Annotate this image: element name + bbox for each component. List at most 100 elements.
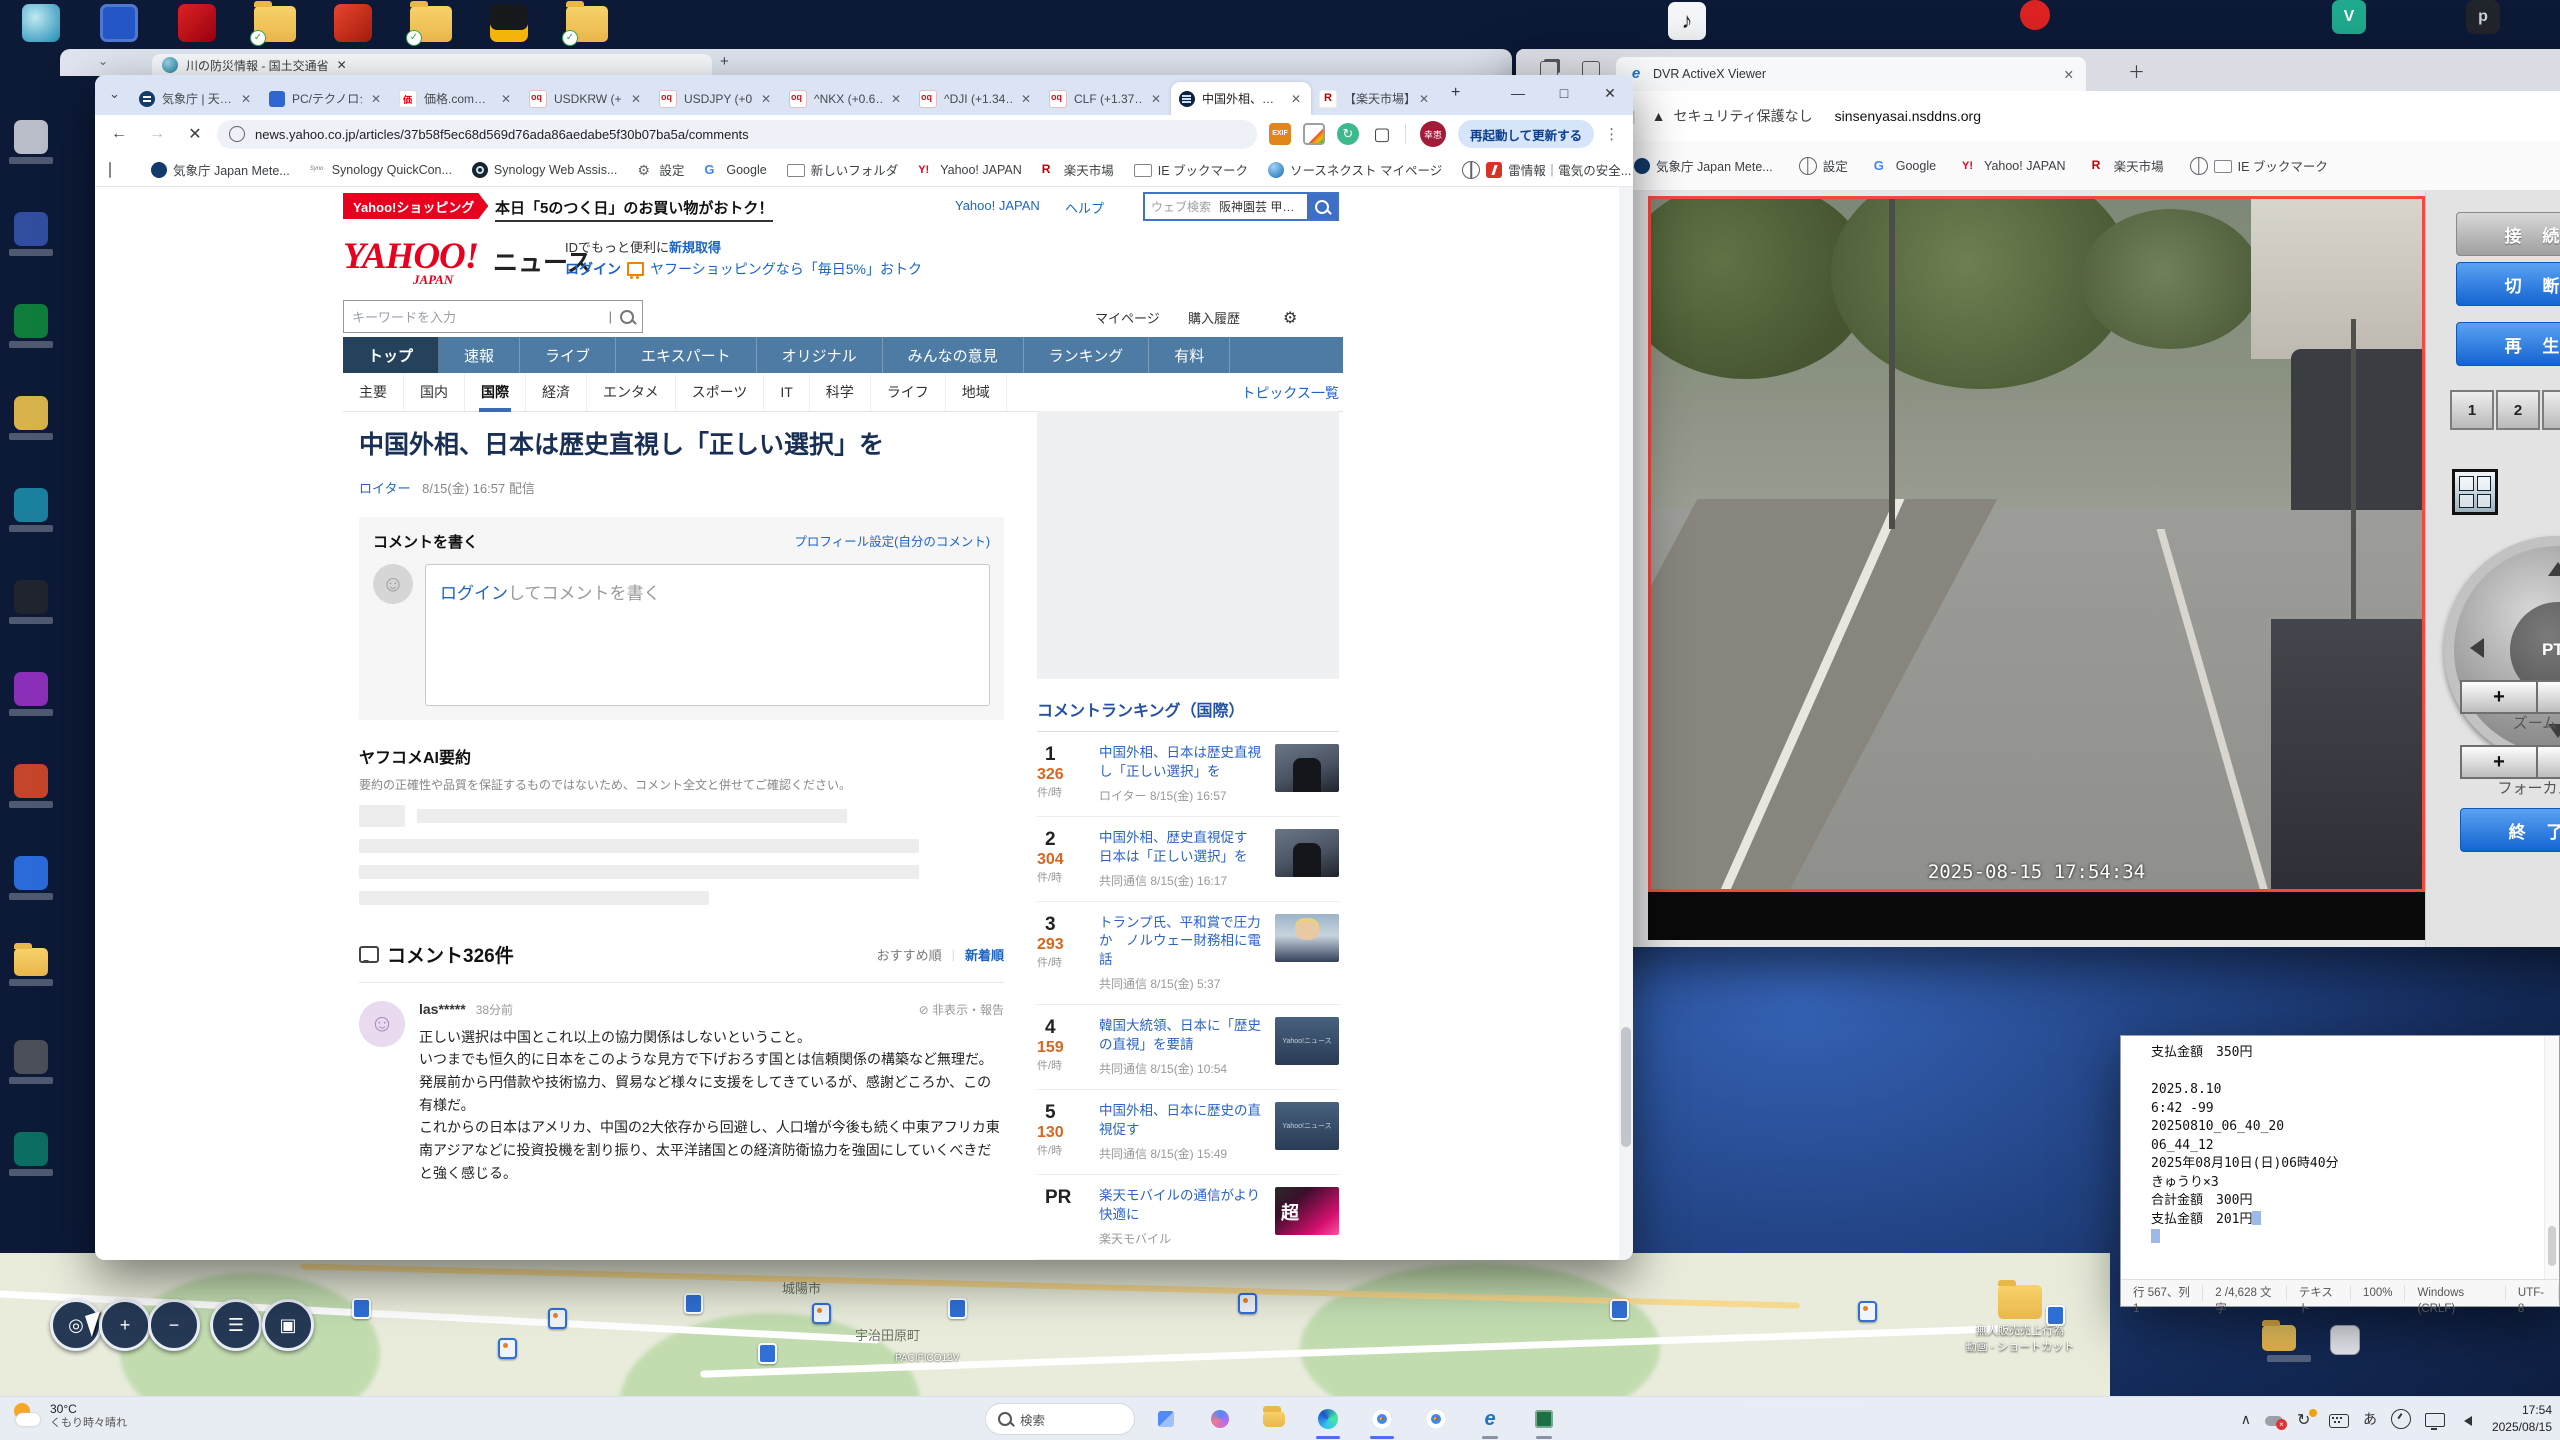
focus-in-button[interactable]: + — [2462, 747, 2538, 777]
close-icon[interactable]: ✕ — [629, 92, 643, 106]
taskbar-chrome2-button[interactable] — [1416, 1403, 1456, 1435]
tab-search-icon[interactable]: ⌄ — [109, 86, 120, 102]
channel-2-button[interactable]: 2 — [2496, 390, 2540, 430]
ranking-item[interactable]: 1326件/時 中国外相、日本は歴史直視し「正しい選択」をロイター 8/15(金… — [1037, 732, 1339, 817]
scrollbar-thumb[interactable] — [1621, 1027, 1631, 1147]
yahoo-news-logo[interactable]: YAHOO! JAPAN ニュース — [343, 235, 478, 288]
nav-ranking[interactable]: ランキング — [1024, 337, 1150, 373]
browser-tab[interactable]: 価格.com…✕ — [391, 82, 521, 115]
subnav-entertainment[interactable]: エンタメ — [587, 373, 676, 411]
tray-chevron-icon[interactable]: ∧ — [2241, 1411, 2251, 1428]
minimize-button[interactable]: — — [1495, 75, 1541, 111]
subnav-science[interactable]: 科学 — [810, 373, 871, 411]
desktop-icon[interactable] — [326, 4, 380, 42]
map-marker-icon[interactable] — [352, 1298, 371, 1319]
close-button[interactable]: ✕ — [1587, 75, 1633, 111]
dvr-address-bar[interactable]: e | ▲ セキュリティ保護なし sinsenyasai.nsddns.org — [1516, 91, 2560, 142]
browser-tab[interactable]: USDJPY (+0…✕ — [651, 82, 781, 115]
zoom-in-button[interactable]: + — [2462, 682, 2538, 712]
desktop-shortcut[interactable] — [2262, 1325, 2296, 1351]
new-tab-icon[interactable]: + — [1451, 84, 1460, 102]
sync-icon[interactable] — [2297, 1410, 2315, 1428]
yahoo-shopping-ribbon[interactable]: Yahoo!ショッピング — [343, 193, 488, 219]
comment-user[interactable]: las***** — [419, 1001, 466, 1017]
back-icon[interactable]: ← — [105, 120, 133, 148]
search-button[interactable] — [1307, 194, 1337, 219]
loop-extension-icon[interactable]: ↻ — [1337, 123, 1359, 145]
bookmark-item[interactable]: ソースネクスト マイページ — [1268, 160, 1442, 179]
source-link[interactable]: ロイター — [359, 481, 410, 496]
desktop-icon[interactable] — [4, 488, 58, 532]
desktop-icon[interactable] — [4, 1132, 58, 1176]
map-marker-icon[interactable] — [684, 1293, 703, 1314]
bookmark-item[interactable]: IE ブックマーク — [1134, 160, 1248, 179]
desktop-icon[interactable] — [4, 856, 58, 900]
map-zoom-in-button[interactable]: + — [99, 1299, 151, 1351]
close-icon[interactable]: ✕ — [337, 58, 347, 72]
login-link[interactable]: ログイン — [440, 584, 508, 603]
play-button[interactable]: 再 生 — [2456, 322, 2560, 366]
desktop-icon[interactable] — [4, 1040, 58, 1084]
history-link[interactable]: 購入履歴 — [1188, 308, 1240, 327]
taskbar-copilot-button[interactable] — [1200, 1403, 1240, 1435]
bookmark-item[interactable]: 新しいフォルダ — [787, 160, 899, 179]
subnav-region[interactable]: 地域 — [946, 373, 1007, 411]
disconnect-button[interactable]: 切 断 — [2456, 262, 2560, 306]
desktop-icon[interactable] — [170, 4, 224, 42]
bookmark-item[interactable]: 楽天市場 — [1042, 160, 1114, 179]
address-bar[interactable]: news.yahoo.co.jp/articles/37b58f5ec68d56… — [217, 120, 1257, 149]
ranking-item[interactable]: 4159件/時 韓国大統領、日本に「歴史の直視」を要請共同通信 8/15(金) … — [1037, 1005, 1339, 1090]
bookmark-item[interactable]: 雷情報｜電気の安全... — [1462, 160, 1631, 179]
desktop-icon[interactable] — [4, 396, 58, 440]
speaker-icon[interactable] — [2459, 1416, 2472, 1426]
bookmark-item[interactable]: Google — [1874, 158, 1936, 174]
close-icon[interactable]: ✕ — [2064, 67, 2074, 82]
bookmark-item[interactable]: Synology QuickCon... — [310, 162, 452, 178]
report-link[interactable]: ⊘ 非表示・報告 — [919, 1001, 1004, 1018]
desktop-icon[interactable] — [14, 4, 68, 42]
ptz-left-icon[interactable] — [2460, 638, 2484, 658]
map-marker-icon[interactable] — [548, 1308, 567, 1329]
menu-dots-icon[interactable]: ⋮ — [1604, 125, 1619, 143]
bookmark-item[interactable]: 楽天市場 — [2092, 156, 2164, 175]
exit-button[interactable]: 終 了 — [2460, 808, 2560, 852]
onedrive-error-icon[interactable] — [2265, 1416, 2283, 1426]
bookmark-item[interactable]: 設定 — [637, 160, 684, 179]
channel-1-button[interactable]: 1 — [2450, 390, 2494, 430]
bookmark-item[interactable]: IE ブックマーク — [2190, 156, 2328, 175]
bookmark-item[interactable]: Yahoo! JAPAN — [918, 162, 1022, 178]
close-icon[interactable]: ✕ — [759, 92, 773, 106]
ranking-item[interactable]: 3293件/時 トランプ氏、平和賞で圧力か ノルウェー財務相に電話共同通信 8/… — [1037, 902, 1339, 1006]
taskbar-ie-button[interactable]: e — [1470, 1403, 1510, 1435]
profile-avatar[interactable]: 幸恵 — [1420, 121, 1446, 147]
map-marker-icon[interactable] — [1610, 1299, 1629, 1320]
desktop-icon[interactable] — [4, 672, 58, 716]
subnav-sports[interactable]: スポーツ — [676, 373, 765, 411]
taskbar-clock[interactable]: 17:54 2025/08/15 — [2492, 1402, 2552, 1436]
sort-recommended[interactable]: おすすめ順 — [877, 945, 942, 964]
close-icon[interactable]: ✕ — [889, 92, 903, 106]
desktop-icon[interactable] — [4, 120, 58, 164]
desktop-icon[interactable] — [92, 4, 146, 42]
taskbar-green-app-button[interactable] — [1524, 1403, 1564, 1435]
network-icon[interactable] — [2425, 1413, 2445, 1427]
browser-tab[interactable]: ^DJI (+1.34…✕ — [911, 82, 1041, 115]
desktop-shortcut-folder[interactable]: 無人販売売上行為 動画 - ショートカット — [1960, 1285, 2080, 1354]
help-link[interactable]: ヘルプ — [1065, 198, 1104, 217]
browser-tab[interactable]: PC/テクノロジ…✕ — [261, 82, 391, 115]
desktop-icon[interactable] — [4, 948, 58, 986]
signup-link[interactable]: 新規取得 — [669, 240, 721, 255]
yahoo-japan-link[interactable]: Yahoo! JAPAN — [955, 198, 1040, 213]
bookmark-item[interactable]: 設定 — [1799, 156, 1848, 175]
browser-tab[interactable]: USDKRW (+…✕ — [521, 82, 651, 115]
restart-update-button[interactable]: 再起動して更新する — [1458, 120, 1594, 148]
notepad-text[interactable]: 支払金額 350円 2025.8.10 6:42 -99 20250810_06… — [2151, 1044, 2539, 1278]
comment-input[interactable]: ログインしてコメントを書く — [425, 564, 990, 706]
taskbar-search[interactable]: 検索 — [985, 1403, 1135, 1435]
ranking-item-pr[interactable]: PR 楽天モバイルの通信がより快適に楽天モバイル — [1037, 1175, 1339, 1260]
desktop-icon[interactable] — [4, 304, 58, 348]
topics-list-link[interactable]: トピックス一覧 — [1241, 383, 1339, 403]
mypage-link[interactable]: マイページ — [1095, 308, 1160, 327]
sort-newest[interactable]: 新着順 — [965, 945, 1004, 964]
close-icon[interactable]: ✕ — [499, 92, 513, 106]
